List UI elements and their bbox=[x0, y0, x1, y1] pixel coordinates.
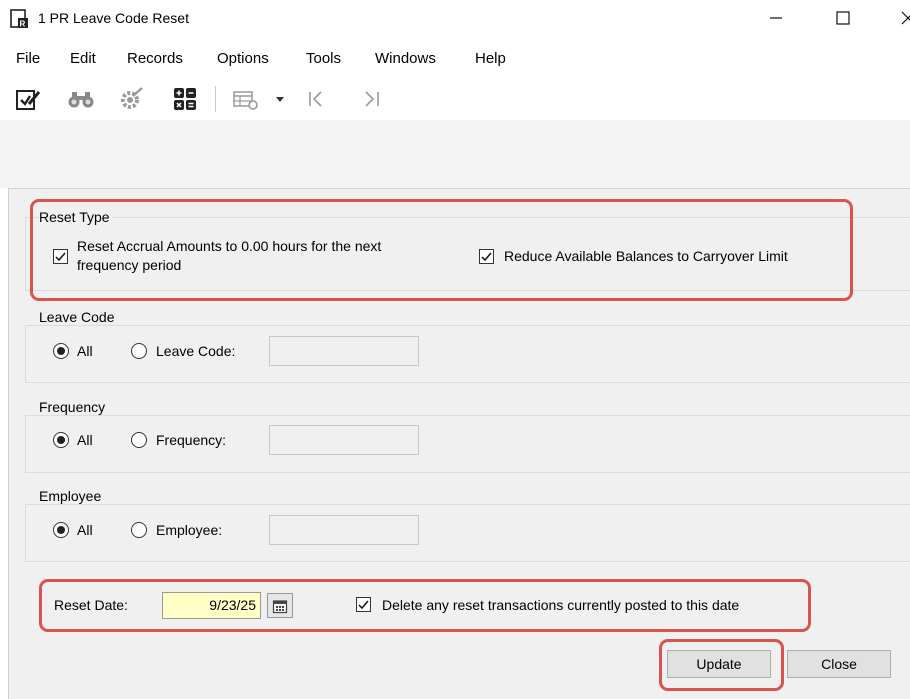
gear-icon[interactable] bbox=[116, 84, 146, 114]
minimize-icon[interactable] bbox=[758, 6, 794, 30]
toolbar bbox=[0, 78, 910, 120]
close-icon[interactable] bbox=[890, 6, 910, 30]
maximize-icon[interactable] bbox=[825, 6, 861, 30]
toolbar-separator bbox=[215, 86, 216, 112]
frequency-input[interactable] bbox=[269, 425, 419, 455]
dropdown-arrow-icon[interactable] bbox=[270, 84, 290, 114]
header-strip bbox=[0, 120, 910, 188]
last-record-icon[interactable] bbox=[356, 84, 386, 114]
edit-checklist-icon[interactable] bbox=[13, 84, 43, 114]
leave-code-title: Leave Code bbox=[39, 309, 118, 325]
reset-date-highlight bbox=[39, 579, 811, 632]
menu-file[interactable]: File bbox=[16, 50, 40, 67]
leave-code-specific-radio[interactable] bbox=[131, 343, 147, 359]
frequency-all-label: All bbox=[77, 432, 93, 448]
menu-options[interactable]: Options bbox=[217, 50, 269, 67]
menu-edit[interactable]: Edit bbox=[70, 50, 96, 67]
leave-code-specific-label: Leave Code: bbox=[156, 343, 236, 359]
main-panel: Reset Type Reset Accrual Amounts to 0.00… bbox=[8, 188, 910, 699]
frequency-specific-label: Frequency: bbox=[156, 432, 227, 448]
employee-input[interactable] bbox=[269, 515, 419, 545]
menu-tools[interactable]: Tools bbox=[306, 50, 341, 67]
close-button[interactable]: Close bbox=[787, 650, 891, 678]
employee-specific-label: Employee: bbox=[156, 522, 223, 538]
leave-code-all-label: All bbox=[77, 343, 93, 359]
calculator-icon[interactable] bbox=[170, 84, 200, 114]
employee-all-label: All bbox=[77, 522, 93, 538]
frequency-all-radio[interactable] bbox=[53, 432, 69, 448]
employee-specific-radio[interactable] bbox=[131, 522, 147, 538]
employee-all-radio[interactable] bbox=[53, 522, 69, 538]
leave-code-input[interactable] bbox=[269, 336, 419, 366]
first-record-icon[interactable] bbox=[302, 84, 332, 114]
title-bar: R 1 PR Leave Code Reset bbox=[0, 0, 910, 38]
frequency-specific-radio[interactable] bbox=[131, 432, 147, 448]
leave-code-all-radio[interactable] bbox=[53, 343, 69, 359]
menu-bar: File Edit Records Options Tools Windows … bbox=[0, 42, 910, 76]
update-highlight bbox=[659, 639, 784, 691]
frequency-title: Frequency bbox=[39, 399, 109, 415]
binoculars-icon[interactable] bbox=[66, 84, 96, 114]
menu-records[interactable]: Records bbox=[127, 50, 183, 67]
employee-title: Employee bbox=[39, 488, 105, 504]
svg-text:R: R bbox=[20, 20, 26, 29]
reset-type-highlight bbox=[30, 199, 853, 301]
window-title: 1 PR Leave Code Reset bbox=[38, 10, 189, 26]
menu-windows[interactable]: Windows bbox=[375, 50, 436, 67]
app-icon: R bbox=[9, 9, 29, 29]
grid-settings-icon[interactable] bbox=[230, 84, 260, 114]
menu-help[interactable]: Help bbox=[475, 50, 506, 67]
